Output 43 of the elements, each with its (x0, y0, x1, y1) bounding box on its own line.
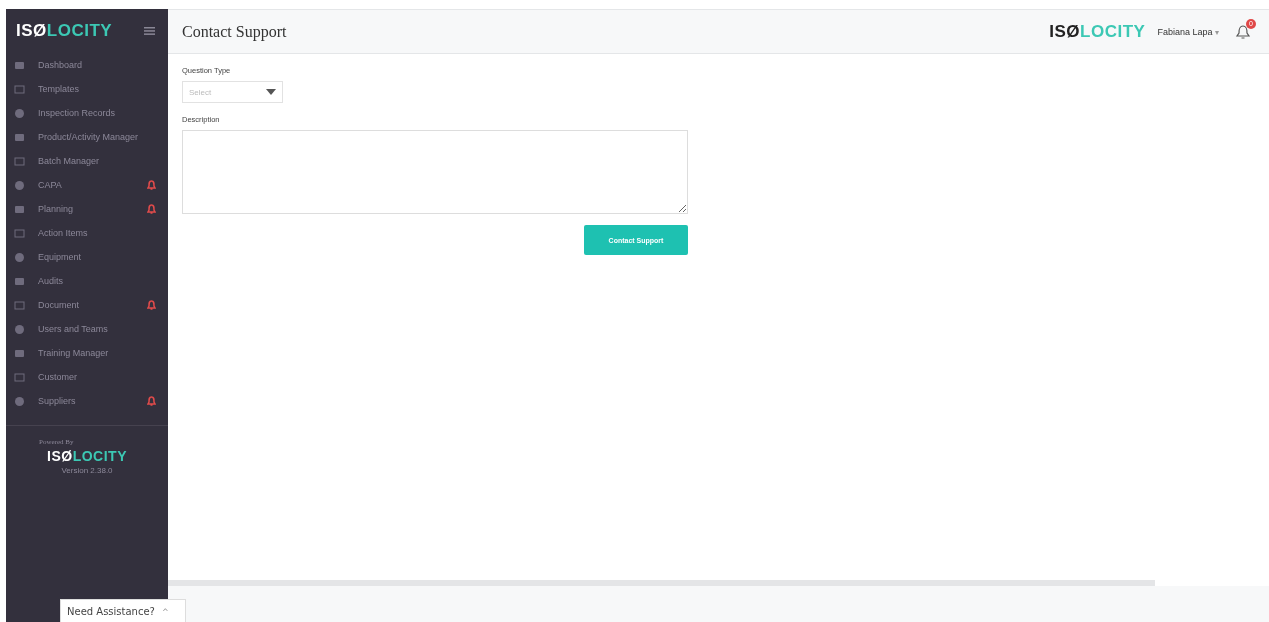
nav-icon (14, 59, 25, 71)
nav-item[interactable]: Audits (6, 269, 168, 293)
nav-icon (14, 227, 25, 239)
nav-icon (14, 179, 25, 191)
nav-item[interactable]: CAPA (6, 173, 168, 197)
nav-item[interactable]: Equipment (6, 245, 168, 269)
page-title: Contact Support (182, 22, 288, 41)
bell-icon[interactable] (1235, 23, 1251, 40)
nav-icon (14, 347, 25, 359)
version-text: Version 2.38.0 (61, 466, 113, 475)
user-menu[interactable]: Fabiana Lapa ▾ (1157, 26, 1219, 37)
nav-icon (14, 155, 25, 167)
nav-icon (14, 323, 25, 335)
nav-icon (14, 83, 25, 95)
menu-icon[interactable] (144, 27, 155, 35)
nav-item[interactable]: Customer (6, 365, 168, 389)
nav-item[interactable]: Batch Manager (6, 149, 168, 173)
nav-item[interactable]: Action Items (6, 221, 168, 245)
nav-item[interactable]: Templates (6, 77, 168, 101)
nav-item[interactable]: Inspection Records (6, 101, 168, 125)
description-field[interactable] (182, 130, 688, 214)
logo: ISØLOCITY (1049, 21, 1146, 42)
nav-icon (14, 371, 25, 383)
nav-item[interactable]: Product/Activity Manager (6, 125, 168, 149)
need-assistance-tab[interactable]: Need Assistance? ^ (60, 599, 186, 622)
nav-item[interactable]: Planning (6, 197, 168, 221)
question-type-select[interactable]: Select (182, 81, 283, 103)
nav-item[interactable]: Document (6, 293, 168, 317)
nav-icon (14, 107, 25, 119)
logo: ISØLOCITY (16, 21, 113, 41)
nav-icon (14, 203, 25, 215)
nav-item[interactable]: Dashboard (6, 53, 168, 77)
nav-icon (14, 299, 25, 311)
nav-icon (14, 131, 25, 143)
dropdown-arrow-icon (266, 89, 276, 95)
nav-item[interactable]: Training Manager (6, 341, 168, 365)
logo: ISØLOCITY (47, 448, 127, 464)
nav-item[interactable]: Suppliers (6, 389, 168, 413)
scrollbar[interactable] (168, 580, 1155, 586)
nav-icon (14, 395, 25, 407)
nav-icon (14, 251, 25, 263)
nav-item[interactable]: Users and Teams (6, 317, 168, 341)
nav-icon (14, 275, 25, 287)
